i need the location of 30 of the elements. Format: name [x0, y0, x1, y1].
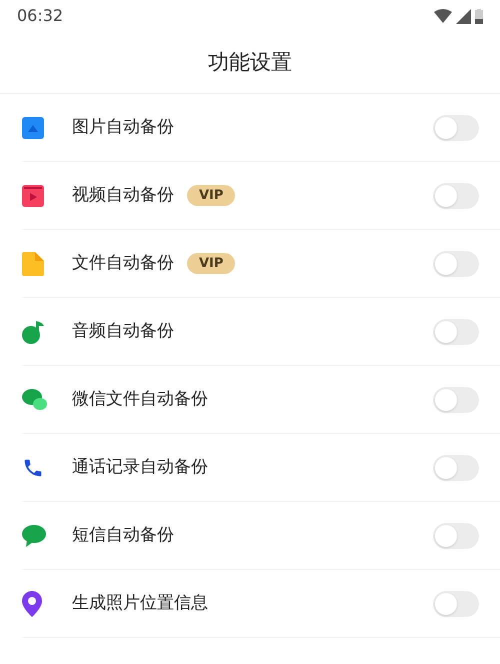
setting-label: 生成照片位置信息 [72, 592, 208, 615]
setting-label: 微信文件自动备份 [72, 388, 208, 411]
toggle-switch[interactable] [433, 590, 479, 616]
toggle-switch[interactable] [433, 114, 479, 140]
toggle-switch[interactable] [433, 454, 479, 480]
setting-label: 文件自动备份 [72, 252, 174, 275]
battery-icon [475, 8, 483, 24]
setting-label: 音频自动备份 [72, 320, 174, 343]
music-note-icon [22, 320, 46, 344]
toggle-switch[interactable] [433, 250, 479, 276]
video-icon [22, 184, 44, 206]
message-bubble-icon [22, 524, 46, 546]
chat-bubbles-icon [22, 388, 48, 412]
file-icon [22, 252, 44, 276]
setting-label: 通话记录自动备份 [72, 456, 208, 479]
setting-label: 图片自动备份 [72, 116, 174, 139]
image-icon [22, 116, 44, 138]
setting-label: 视频自动备份 [72, 184, 174, 207]
location-pin-icon [22, 590, 42, 616]
toggle-switch[interactable] [433, 318, 479, 344]
page-title: 功能设置 [208, 48, 292, 76]
toggle-switch[interactable] [433, 386, 479, 412]
setting-label: 短信自动备份 [72, 524, 174, 547]
toggle-switch[interactable] [433, 182, 479, 208]
status-time: 06:32 [17, 5, 64, 27]
wifi-icon [434, 9, 452, 23]
toggle-switch[interactable] [433, 522, 479, 548]
vip-badge: VIP [187, 253, 236, 274]
vip-badge: VIP [187, 185, 236, 206]
signal-icon [456, 8, 471, 24]
